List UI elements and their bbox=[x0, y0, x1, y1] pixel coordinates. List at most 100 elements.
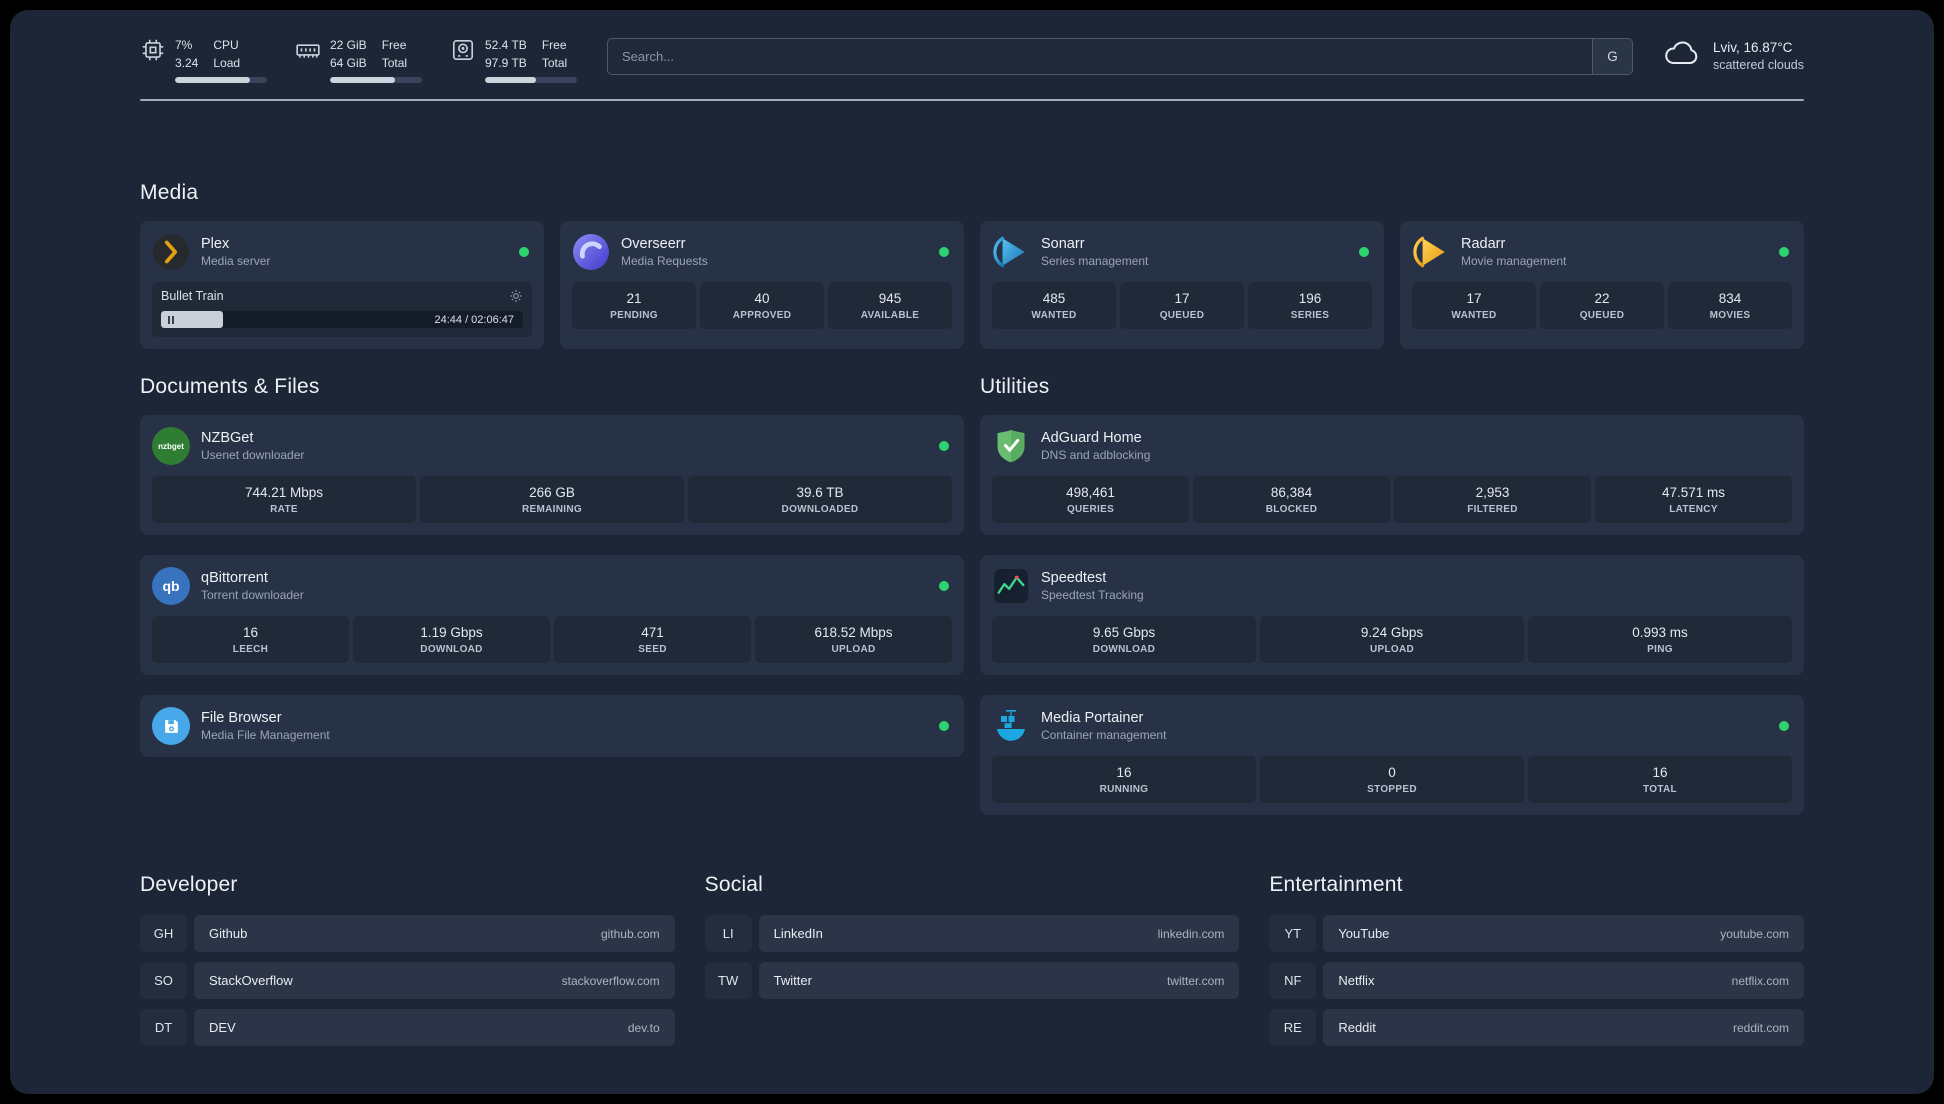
memory-total-value: 64 GiB bbox=[330, 56, 367, 70]
stat-filtered: 2,953 FILTERED bbox=[1394, 476, 1591, 523]
section-utilities: Utilities AdGuard Home DNS and adblockin… bbox=[980, 375, 1804, 815]
status-dot bbox=[519, 247, 529, 257]
section-documents: Documents & Files nzbget NZBGet Usenet d… bbox=[140, 375, 964, 757]
bookmark-youtube[interactable]: YT YouTube youtube.com bbox=[1269, 915, 1804, 952]
app-name: NZBGet bbox=[201, 430, 254, 446]
bookmark-github[interactable]: GH Github github.com bbox=[140, 915, 675, 952]
memory-icon bbox=[295, 37, 321, 68]
stat-pending: 21 PENDING bbox=[572, 282, 696, 329]
disk-icon bbox=[450, 37, 476, 68]
search-bar: G bbox=[607, 38, 1633, 75]
bookmark-abbr: SO bbox=[140, 962, 187, 999]
stat-running: 16 RUNNING bbox=[992, 756, 1256, 803]
sonarr-card[interactable]: Sonarr Series management 485 WANTED 17 Q… bbox=[980, 221, 1384, 349]
app-name: Radarr bbox=[1461, 236, 1506, 252]
app-name: File Browser bbox=[201, 710, 282, 726]
nzbget-card[interactable]: nzbget NZBGet Usenet downloader 744.21 M… bbox=[140, 415, 964, 535]
app-desc: Container management bbox=[1041, 728, 1167, 742]
overseerr-icon bbox=[572, 233, 610, 271]
app-name: Plex bbox=[201, 236, 230, 252]
speedtest-card[interactable]: Speedtest Speedtest Tracking 9.65 Gbps D… bbox=[980, 555, 1804, 675]
section-social: Social LI LinkedIn linkedin.com TW Twitt… bbox=[704, 873, 1240, 999]
status-dot bbox=[939, 441, 949, 451]
pause-icon bbox=[168, 315, 170, 324]
qbittorrent-card[interactable]: qb qBittorrent Torrent downloader 16 LEE… bbox=[140, 555, 964, 675]
adguard-card[interactable]: AdGuard Home DNS and adblocking 498,461 … bbox=[980, 415, 1804, 535]
search-input[interactable] bbox=[608, 39, 1592, 74]
filebrowser-card[interactable]: File Browser Media File Management bbox=[140, 695, 964, 757]
status-dot bbox=[1779, 721, 1789, 731]
memory-total-label: Total bbox=[381, 56, 408, 70]
playback-progress-fill bbox=[161, 311, 223, 328]
bookmark-netflix[interactable]: NF Netflix netflix.com bbox=[1269, 962, 1804, 999]
stat-seed: 471 SEED bbox=[554, 616, 751, 663]
section-entertainment: Entertainment YT YouTube youtube.com NF … bbox=[1269, 873, 1804, 1046]
status-dot bbox=[1359, 247, 1369, 257]
resource-widgets: 7% 3.24 CPU Load 22 GiB 64 GiB Free Tota… bbox=[140, 36, 577, 83]
bookmark-twitter[interactable]: TW Twitter twitter.com bbox=[704, 962, 1240, 999]
bookmark-reddit[interactable]: RE Reddit reddit.com bbox=[1269, 1009, 1804, 1046]
app-name: Overseerr bbox=[621, 236, 686, 252]
portainer-card[interactable]: Media Portainer Container management 16 … bbox=[980, 695, 1804, 815]
bookmark-url: netflix.com bbox=[1731, 973, 1789, 988]
stat-remaining: 266 GB REMAINING bbox=[420, 476, 684, 523]
disk-total-label: Total bbox=[541, 56, 568, 70]
qbittorrent-icon: qb bbox=[152, 567, 190, 605]
stat-queries: 498,461 QUERIES bbox=[992, 476, 1189, 523]
bookmark-dev[interactable]: DT DEV dev.to bbox=[140, 1009, 675, 1046]
bookmark-name: Github bbox=[209, 926, 248, 941]
bookmark-abbr: DT bbox=[140, 1009, 187, 1046]
app-name: AdGuard Home bbox=[1041, 430, 1142, 446]
bookmark-url: twitter.com bbox=[1166, 973, 1225, 988]
utilities-section-title: Utilities bbox=[980, 375, 1050, 398]
app-desc: Speedtest Tracking bbox=[1041, 588, 1144, 602]
bookmark-abbr: RE bbox=[1269, 1009, 1317, 1046]
bookmark-url: youtube.com bbox=[1720, 926, 1789, 941]
documents-section-title: Documents & Files bbox=[140, 375, 320, 398]
bookmark-name: Netflix bbox=[1338, 973, 1375, 988]
adguard-icon bbox=[992, 427, 1030, 465]
bookmark-stackoverflow[interactable]: SO StackOverflow stackoverflow.com bbox=[140, 962, 675, 999]
app-name: qBittorrent bbox=[201, 570, 268, 586]
weather-widget: Lviv, 16.87°C scattered clouds bbox=[1663, 38, 1804, 73]
cloud-icon bbox=[1663, 38, 1701, 73]
gear-icon[interactable] bbox=[509, 289, 523, 303]
media-section-title: Media bbox=[140, 181, 199, 204]
playback-progress-bar[interactable]: 24:44 / 02:06:47 bbox=[161, 311, 523, 328]
app-name: Sonarr bbox=[1041, 236, 1085, 252]
topbar: 7% 3.24 CPU Load 22 GiB 64 GiB Free Tota… bbox=[140, 10, 1804, 83]
speedtest-icon bbox=[992, 567, 1030, 605]
dashboard: 7% 3.24 CPU Load 22 GiB 64 GiB Free Tota… bbox=[10, 10, 1934, 1094]
cpu-load-label: Load bbox=[213, 56, 241, 70]
now-playing-title: Bullet Train bbox=[161, 289, 224, 303]
status-dot bbox=[939, 247, 949, 257]
cpu-widget: 7% 3.24 CPU Load bbox=[140, 36, 267, 83]
portainer-icon bbox=[992, 707, 1030, 745]
weather-location: Lviv, 16.87°C bbox=[1712, 39, 1793, 55]
app-desc: Media Requests bbox=[621, 254, 708, 268]
search-provider-button[interactable]: G bbox=[1591, 39, 1632, 74]
bookmark-linkedin[interactable]: LI LinkedIn linkedin.com bbox=[704, 915, 1240, 952]
bookmark-url: github.com bbox=[600, 926, 660, 941]
stat-queued: 17 QUEUED bbox=[1120, 282, 1244, 329]
bookmark-abbr: NF bbox=[1269, 962, 1317, 999]
disk-total-value: 97.9 TB bbox=[485, 56, 527, 70]
radarr-card[interactable]: Radarr Movie management 17 WANTED 22 QUE… bbox=[1400, 221, 1804, 349]
bookmark-name: Reddit bbox=[1338, 1020, 1376, 1035]
stat-leech: 16 LEECH bbox=[152, 616, 349, 663]
radarr-icon bbox=[1412, 233, 1450, 271]
plex-now-playing: Bullet Train 24:44 / 02:06:47 bbox=[152, 282, 532, 337]
overseerr-card[interactable]: Overseerr Media Requests 21 PENDING 40 A… bbox=[560, 221, 964, 349]
bookmark-abbr: LI bbox=[704, 915, 752, 952]
bookmark-url: stackoverflow.com bbox=[561, 973, 660, 988]
app-desc: Torrent downloader bbox=[201, 588, 304, 602]
memory-progress-bar bbox=[330, 77, 422, 83]
cpu-progress-fill bbox=[175, 77, 251, 83]
filebrowser-icon bbox=[152, 707, 190, 745]
stat-upload: 618.52 Mbps UPLOAD bbox=[755, 616, 952, 663]
plex-card[interactable]: Plex Media server Bullet Train 24:44 / 0… bbox=[140, 221, 544, 349]
bookmark-name: StackOverflow bbox=[209, 973, 293, 988]
stat-available: 945 AVAILABLE bbox=[828, 282, 952, 329]
memory-progress-fill bbox=[330, 77, 396, 83]
entertainment-section-title: Entertainment bbox=[1269, 873, 1403, 896]
